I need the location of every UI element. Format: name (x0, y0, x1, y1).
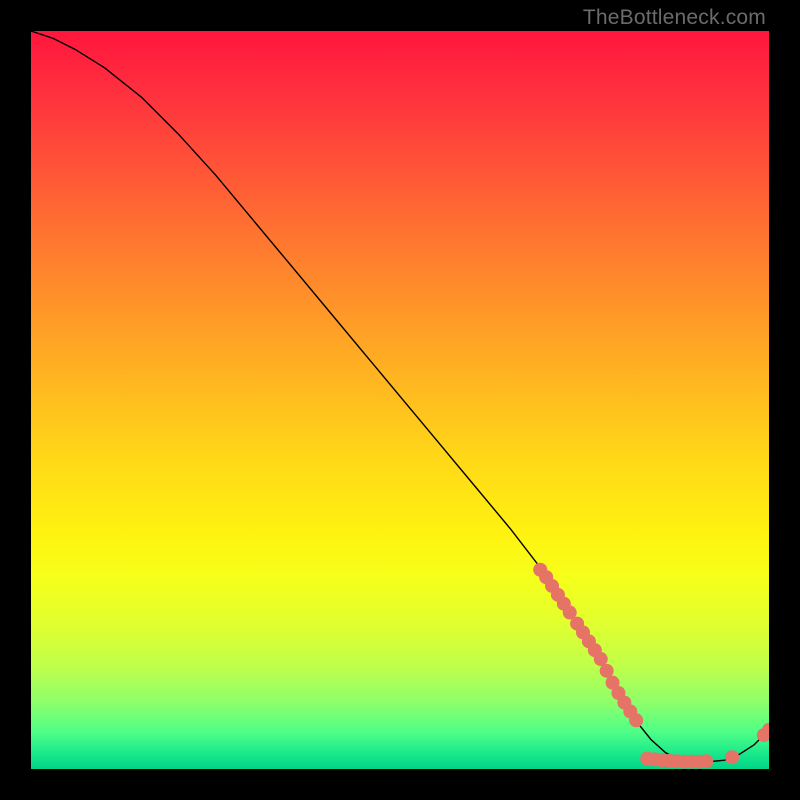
data-point (725, 750, 739, 764)
data-point (629, 713, 643, 727)
bottleneck-curve-line (31, 31, 769, 762)
data-point (699, 754, 713, 768)
watermark-text: TheBottleneck.com (583, 6, 766, 30)
plot-area (31, 31, 769, 769)
chart-frame: TheBottleneck.com (0, 0, 800, 800)
chart-svg (31, 31, 769, 769)
marker-group (533, 563, 769, 769)
